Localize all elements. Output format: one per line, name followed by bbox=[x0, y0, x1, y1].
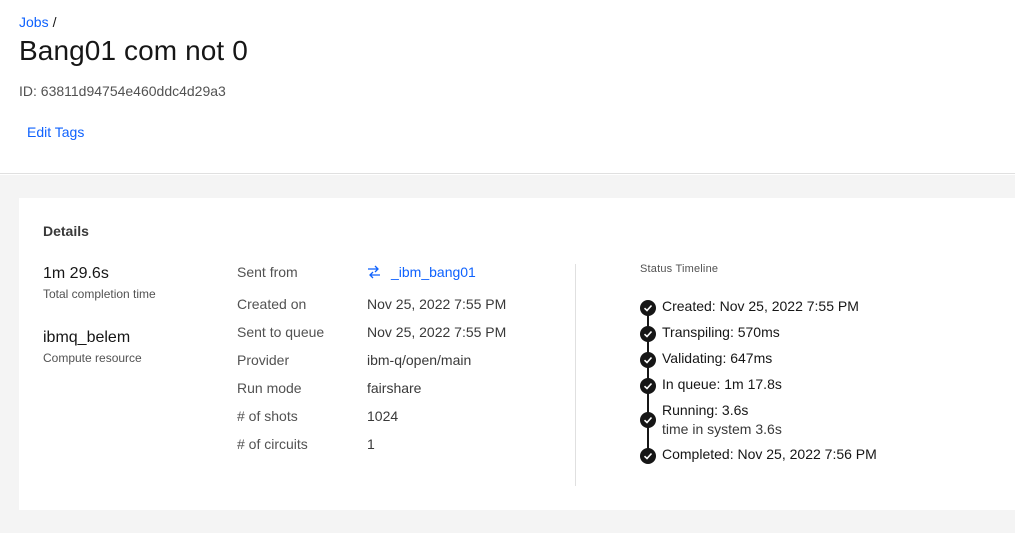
page-header: Jobs / Bang01 com not 0 ID: 63811d94754e4… bbox=[0, 0, 1015, 174]
property-key: Created on bbox=[237, 296, 307, 312]
sent-from-link[interactable]: _ibm_bang01 bbox=[367, 264, 476, 280]
timeline-step-label: In queue: 1m 17.8s bbox=[662, 376, 782, 392]
timeline-step-label: Validating: 647ms bbox=[662, 350, 773, 366]
property-row: Run mode fairshare bbox=[237, 380, 557, 400]
checkmark-icon bbox=[640, 378, 656, 394]
checkmark-icon bbox=[640, 326, 656, 342]
details-title: Details bbox=[43, 223, 89, 239]
compute-resource-label: Compute resource bbox=[43, 351, 142, 365]
property-value: ibm-q/open/main bbox=[367, 352, 472, 368]
property-key: Run mode bbox=[237, 380, 302, 396]
compute-resource-value: ibmq_belem bbox=[43, 329, 131, 346]
property-value: Nov 25, 2022 7:55 PM bbox=[367, 296, 507, 312]
timeline-step-label: Created: Nov 25, 2022 7:55 PM bbox=[662, 298, 859, 314]
breadcrumb-jobs-link[interactable]: Jobs bbox=[19, 14, 49, 30]
property-key: Sent to queue bbox=[237, 324, 325, 340]
content-area: Details 1m 29.6s Total completion time i… bbox=[0, 175, 1015, 533]
property-value: fairshare bbox=[367, 380, 422, 396]
breadcrumb: Jobs / bbox=[19, 14, 56, 30]
property-value: Nov 25, 2022 7:55 PM bbox=[367, 324, 507, 340]
property-row: Provider ibm-q/open/main bbox=[237, 352, 557, 372]
checkmark-icon bbox=[640, 448, 656, 464]
checkmark-icon bbox=[640, 412, 656, 428]
timeline-step-label: Completed: Nov 25, 2022 7:56 PM bbox=[662, 446, 877, 462]
property-row: Created on Nov 25, 2022 7:55 PM bbox=[237, 296, 557, 316]
details-card: Details 1m 29.6s Total completion time i… bbox=[19, 198, 1015, 510]
property-value: 1024 bbox=[367, 408, 399, 424]
completion-time-value: 1m 29.6s bbox=[43, 265, 109, 282]
property-key: Provider bbox=[237, 352, 290, 368]
property-key: # of shots bbox=[237, 408, 298, 424]
property-key: Sent from bbox=[237, 264, 298, 280]
property-row: # of circuits 1 bbox=[237, 436, 557, 456]
completion-time-metric: 1m 29.6s Total completion time bbox=[43, 265, 156, 301]
sent-from-value: _ibm_bang01 bbox=[391, 264, 476, 280]
completion-time-label: Total completion time bbox=[43, 287, 156, 301]
status-timeline: Created: Nov 25, 2022 7:55 PM Transpilin… bbox=[640, 298, 1000, 478]
edit-tags-button[interactable]: Edit Tags bbox=[27, 124, 84, 140]
page-title: Bang01 com not 0 bbox=[19, 35, 248, 66]
transfer-icon bbox=[367, 265, 381, 279]
compute-resource-metric: ibmq_belem Compute resource bbox=[43, 329, 142, 365]
timeline-step-sublabel: time in system 3.6s bbox=[662, 421, 782, 437]
property-row: # of shots 1024 bbox=[237, 408, 557, 428]
checkmark-icon bbox=[640, 352, 656, 368]
job-id: ID: 63811d94754e460ddc4d29a3 bbox=[19, 83, 226, 99]
property-row: Sent from _ibm_bang01 bbox=[237, 264, 557, 284]
status-timeline-title: Status Timeline bbox=[640, 263, 719, 275]
timeline-step-label: Running: 3.6s bbox=[662, 402, 749, 418]
timeline-step-label: Transpiling: 570ms bbox=[662, 324, 780, 340]
section-divider bbox=[575, 264, 576, 486]
property-key: # of circuits bbox=[237, 436, 308, 452]
checkmark-icon bbox=[640, 300, 656, 316]
property-value: 1 bbox=[367, 436, 375, 452]
property-row: Sent to queue Nov 25, 2022 7:55 PM bbox=[237, 324, 557, 344]
breadcrumb-separator: / bbox=[52, 14, 57, 30]
